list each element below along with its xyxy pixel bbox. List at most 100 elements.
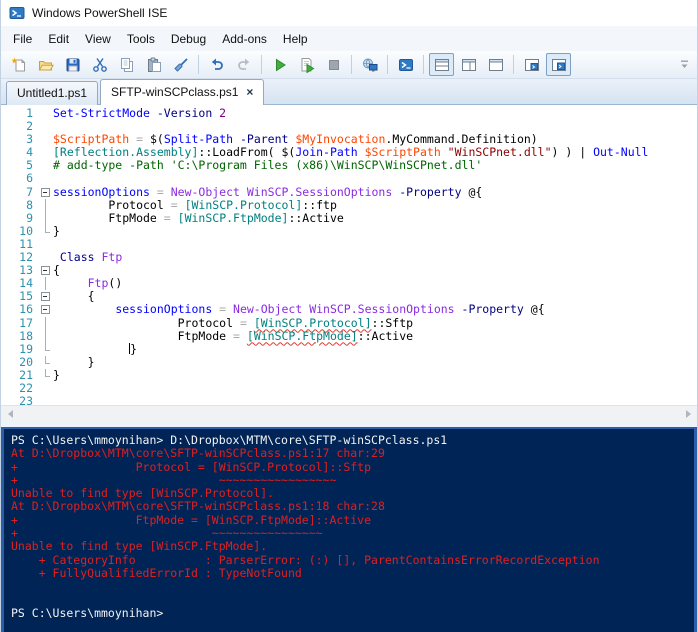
menu-view[interactable]: View xyxy=(77,28,119,50)
menu-edit[interactable]: Edit xyxy=(40,28,77,50)
line-number: 19 xyxy=(1,343,38,356)
show-script-pane-top-icon xyxy=(434,57,450,73)
console-error-line: Unable to find type [WinSCP.Protocol]. xyxy=(11,487,694,500)
toggle-script-pane-button[interactable] xyxy=(546,53,571,76)
show-script-pane-right-button[interactable] xyxy=(456,53,481,76)
editor-line: 1Set-StrictMode -Version 2 xyxy=(1,107,697,120)
code-fold-margin xyxy=(38,277,53,290)
code-fold-margin xyxy=(38,159,53,172)
console-output-line: PS C:\Users\mmoynihan> xyxy=(11,607,694,620)
run-selection-button[interactable] xyxy=(294,53,319,76)
script-editor[interactable]: 1Set-StrictMode -Version 223$ScriptPath … xyxy=(1,105,697,405)
code-fold-margin xyxy=(38,225,53,238)
editor-line: 22 xyxy=(1,382,697,395)
console-error-line: + CategoryInfo : ParserError: (:) [], Pa… xyxy=(11,554,694,567)
line-number: 20 xyxy=(1,356,38,369)
new-script-icon xyxy=(11,57,27,73)
clear-console-pane-button[interactable] xyxy=(168,53,193,76)
tab-close-icon[interactable]: × xyxy=(246,87,253,97)
code-fold-collapse-icon[interactable] xyxy=(38,290,53,303)
tab-untitled1-ps1[interactable]: Untitled1.ps1 xyxy=(6,81,98,105)
menu-file[interactable]: File xyxy=(5,28,40,50)
console-output-line xyxy=(11,580,694,593)
run-selection-icon xyxy=(299,57,315,73)
toolbar-separator xyxy=(261,55,262,74)
console-error-line: + ~~~~~~~~~~~~~~~~~ xyxy=(11,474,694,487)
code-text[interactable]: Class Ftp xyxy=(53,251,122,264)
save-script-button[interactable] xyxy=(60,53,85,76)
code-text[interactable]: FtpMode = [WinSCP.FtpMode]::Active xyxy=(53,212,344,225)
code-fold-margin xyxy=(38,356,53,369)
show-script-pane-top-button[interactable] xyxy=(429,53,454,76)
menu-help[interactable]: Help xyxy=(275,28,316,50)
window-title: Windows PowerShell ISE xyxy=(32,6,167,20)
toolbar-separator xyxy=(423,55,424,74)
new-remote-powershell-tab-button[interactable] xyxy=(357,53,382,76)
show-script-pane-maximized-icon xyxy=(488,57,504,73)
console-output-line xyxy=(11,594,694,607)
toolbar-overflow-icon xyxy=(679,57,691,73)
toolbar-overflow-button[interactable] xyxy=(678,53,692,76)
copy-icon xyxy=(119,57,135,73)
run-script-button[interactable] xyxy=(267,53,292,76)
stop-operation-button xyxy=(321,53,346,76)
console-error-line: At D:\Dropbox\MTM\core\SFTP-winSCPclass.… xyxy=(11,500,694,513)
line-number: 23 xyxy=(1,395,38,405)
editor-line: 12 Class Ftp xyxy=(1,251,697,264)
powershell-ise-window: Windows PowerShell ISE FileEditViewTools… xyxy=(0,0,698,632)
code-text[interactable]: } xyxy=(53,369,60,382)
powershell-app-icon xyxy=(9,5,25,21)
new-remote-powershell-tab-icon xyxy=(362,57,378,73)
code-text[interactable]: } xyxy=(53,225,60,238)
toolbar-separator xyxy=(387,55,388,74)
editor-horizontal-scrollbar[interactable] xyxy=(1,405,697,422)
show-script-pane-maximized-button[interactable] xyxy=(483,53,508,76)
tab-sftp-winscpclass-ps1[interactable]: SFTP-winSCPclass.ps1 × xyxy=(100,79,264,105)
clear-console-pane-icon xyxy=(173,57,189,73)
undo-button[interactable] xyxy=(204,53,229,76)
code-fold-margin xyxy=(38,120,53,133)
toolbar-separator xyxy=(198,55,199,74)
redo-icon xyxy=(236,57,252,73)
menu-tools[interactable]: Tools xyxy=(119,28,163,50)
code-fold-collapse-icon[interactable] xyxy=(38,264,53,277)
code-fold-margin xyxy=(38,238,53,251)
console-error-line: + FullyQualifiedErrorId : TypeNotFound xyxy=(11,567,694,580)
new-script-button[interactable] xyxy=(6,53,31,76)
start-powershell-button[interactable] xyxy=(393,53,418,76)
code-text[interactable]: # add-type -Path 'C:\Program Files (x86)… xyxy=(53,159,482,172)
code-fold-margin xyxy=(38,317,53,330)
console-pane[interactable]: PS C:\Users\mmoynihan> D:\Dropbox\MTM\co… xyxy=(1,427,697,632)
start-powershell-icon xyxy=(398,57,414,73)
scroll-left-icon[interactable] xyxy=(3,408,17,420)
tab-label: SFTP-winSCPclass.ps1 xyxy=(111,85,238,99)
editor-line: 9 FtpMode = [WinSCP.FtpMode]::Active xyxy=(1,212,697,225)
menu-addons[interactable]: Add-ons xyxy=(214,28,275,50)
line-number: 18 xyxy=(1,330,38,343)
scroll-right-icon[interactable] xyxy=(681,408,695,420)
code-fold-margin xyxy=(38,107,53,120)
open-script-button[interactable] xyxy=(33,53,58,76)
cut-button[interactable] xyxy=(87,53,112,76)
console-output-line: PS C:\Users\mmoynihan> D:\Dropbox\MTM\co… xyxy=(11,434,694,447)
code-fold-margin xyxy=(38,172,53,185)
menu-debug[interactable]: Debug xyxy=(163,28,214,50)
cut-icon xyxy=(92,57,108,73)
copy-button[interactable] xyxy=(114,53,139,76)
paste-button[interactable] xyxy=(141,53,166,76)
stop-operation-icon xyxy=(326,57,342,73)
code-text[interactable]: Set-StrictMode -Version 2 xyxy=(53,107,226,120)
menu-bar: FileEditViewToolsDebugAdd-onsHelp xyxy=(1,26,697,51)
editor-line: 23 xyxy=(1,395,697,405)
new-powershell-tab-button[interactable] xyxy=(519,53,544,76)
code-fold-margin xyxy=(38,212,53,225)
code-fold-margin xyxy=(38,395,53,405)
show-script-pane-right-icon xyxy=(461,57,477,73)
line-number: 10 xyxy=(1,225,38,238)
editor-line: 5# add-type -Path 'C:\Program Files (x86… xyxy=(1,159,697,172)
code-fold-collapse-icon[interactable] xyxy=(38,303,53,316)
save-script-icon xyxy=(65,57,81,73)
code-fold-collapse-icon[interactable] xyxy=(38,186,53,199)
editor-line: 19 } xyxy=(1,343,697,356)
toggle-script-pane-icon xyxy=(551,57,567,73)
